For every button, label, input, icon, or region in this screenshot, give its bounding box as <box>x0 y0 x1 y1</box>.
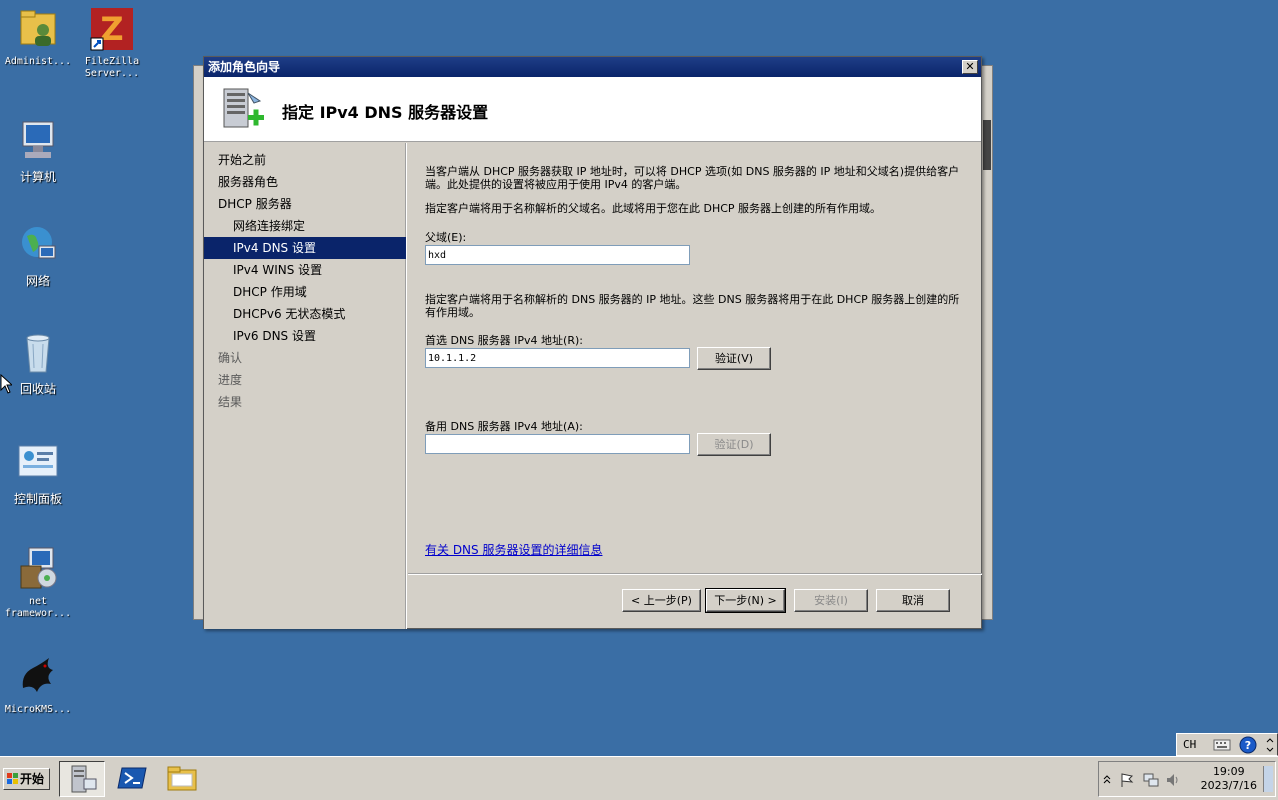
server-add-icon <box>223 88 264 128</box>
show-hidden-icons-chevron-icon[interactable] <box>1103 774 1111 784</box>
parent-domain-input[interactable] <box>425 245 690 265</box>
server-manager-icon <box>71 765 97 793</box>
desktop-icon-microkms[interactable]: MicroKMS... <box>0 654 76 716</box>
wizard-step-nav: 开始之前 服务器角色 DHCP 服务器 网络连接绑定 IPv4 DNS 设置 I… <box>204 143 407 629</box>
nav-step-ipv4-dns[interactable]: IPv4 DNS 设置 <box>204 237 406 259</box>
alternate-dns-label: 备用 DNS 服务器 IPv4 地址(A): <box>425 420 583 433</box>
wizard-header: 指定 IPv4 DNS 服务器设置 <box>204 77 981 142</box>
network-status-icon[interactable] <box>1143 772 1159 788</box>
help-icon[interactable]: ? <box>1239 736 1257 754</box>
nav-step-dhcp-scope[interactable]: DHCP 作用域 <box>204 281 406 303</box>
system-clock[interactable]: 19:09 2023/7/16 <box>1201 765 1257 793</box>
system-tray: 19:09 2023/7/16 <box>1098 761 1276 797</box>
dragon-icon <box>22 658 53 692</box>
background-scrollbar-thumb <box>983 120 991 170</box>
taskbar-explorer[interactable] <box>160 761 206 797</box>
cancel-button[interactable]: 取消 <box>876 589 950 612</box>
dialog-title: 添加角色向导 <box>208 60 281 74</box>
preferred-dns-input[interactable] <box>425 348 690 368</box>
language-bar[interactable]: CH ? <box>1176 733 1278 756</box>
next-button[interactable]: 下一步(N) > <box>705 588 786 613</box>
nav-step-server-roles[interactable]: 服务器角色 <box>204 171 406 193</box>
nav-step-network-binding[interactable]: 网络连接绑定 <box>204 215 406 237</box>
dns-servers-description: 指定客户端将用于名称解析的 DNS 服务器的 IP 地址。这些 DNS 服务器将… <box>425 293 960 319</box>
parent-domain-label: 父域(E): <box>425 231 467 244</box>
clock-date: 2023/7/16 <box>1200 779 1257 792</box>
start-button[interactable]: 开始 <box>3 768 50 790</box>
desktop-icon-administrator[interactable]: Administ... <box>0 6 76 68</box>
dns-settings-more-info-link[interactable]: 有关 DNS 服务器设置的详细信息 <box>425 541 602 558</box>
back-button[interactable]: < 上一步(P) <box>622 589 701 612</box>
parent-domain-description: 指定客户端将用于名称解析的父域名。此域将用于您在此 DHCP 服务器上创建的所有… <box>425 202 882 215</box>
desktop-icon-label: 网络 <box>25 274 50 288</box>
desktop-icon-network[interactable]: 网络 <box>0 222 76 289</box>
windows-logo-icon <box>7 773 18 784</box>
options-chevron-icon[interactable] <box>1265 738 1275 752</box>
nav-step-confirmation: 确认 <box>218 351 243 365</box>
wizard-heading: 指定 IPv4 DNS 服务器设置 <box>282 103 489 122</box>
nav-step-dhcpv6-stateless[interactable]: DHCPv6 无状态模式 <box>204 303 406 325</box>
verify-preferred-button[interactable]: 验证(V) <box>697 347 771 370</box>
desktop-icon-label: Administ... <box>4 56 72 67</box>
close-button[interactable]: ✕ <box>962 60 978 74</box>
computer-icon <box>22 121 54 158</box>
verify-alternate-button: 验证(D) <box>697 433 771 456</box>
taskbar-powershell[interactable] <box>110 761 156 797</box>
powershell-icon <box>117 767 147 789</box>
dialog-titlebar[interactable]: 添加角色向导 ✕ <box>204 57 981 77</box>
installer-icon <box>20 547 57 589</box>
taskbar-server-manager[interactable] <box>59 761 105 797</box>
desktop-icon-label: 控制面板 <box>13 492 62 506</box>
desktop-icon-label: 计算机 <box>19 170 56 184</box>
nav-step-ipv6-dns[interactable]: IPv6 DNS 设置 <box>204 325 406 347</box>
user-folder-icon <box>20 10 56 46</box>
action-center-flag-icon[interactable] <box>1119 772 1135 788</box>
svg-text:Z: Z <box>100 10 123 48</box>
desktop-icon-label: FileZilla Server... <box>84 56 140 79</box>
desktop-icon-label: MicroKMS... <box>4 704 72 715</box>
preferred-dns-label: 首选 DNS 服务器 IPv4 地址(R): <box>425 334 583 347</box>
desktop-icon-label: net framewor... <box>4 596 72 619</box>
install-button: 安装(I) <box>794 589 868 612</box>
nav-step-dhcp-server[interactable]: DHCP 服务器 <box>204 193 406 215</box>
language-indicator[interactable]: CH <box>1183 738 1196 751</box>
desktop-icon-computer[interactable]: 计算机 <box>0 118 76 185</box>
intro-text: 当客户端从 DHCP 服务器获取 IP 地址时，可以将 DHCP 选项(如 DN… <box>425 165 960 191</box>
show-desktop-button[interactable] <box>1263 766 1273 792</box>
network-globe-icon <box>22 227 56 259</box>
desktop-icon-filezilla[interactable]: Z FileZilla Server... <box>74 6 150 80</box>
nav-step-before-you-begin[interactable]: 开始之前 <box>204 149 406 171</box>
mouse-cursor-icon <box>0 374 12 394</box>
add-roles-wizard-dialog: 添加角色向导 ✕ 指定 IPv4 DNS 服务器设置 开始之前 服务器角色 DH… <box>203 56 982 629</box>
folder-icon <box>167 766 197 791</box>
desktop-icon-control-panel[interactable]: 控制面板 <box>0 440 76 507</box>
svg-text:?: ? <box>1245 739 1251 752</box>
start-label: 开始 <box>20 772 45 786</box>
nav-step-ipv4-wins[interactable]: IPv4 WINS 设置 <box>204 259 406 281</box>
control-panel-icon <box>18 445 58 477</box>
filezilla-icon: Z <box>90 8 133 51</box>
nav-step-results: 结果 <box>218 395 243 409</box>
desktop-icon-net-framework[interactable]: net framewor... <box>0 546 76 620</box>
alternate-dns-input[interactable] <box>425 434 690 454</box>
footer-separator <box>408 573 982 575</box>
clock-time: 19:09 <box>1212 765 1245 778</box>
recycle-bin-icon <box>26 334 50 373</box>
keyboard-icon[interactable] <box>1213 738 1231 752</box>
taskbar: 开始 19:09 2023/7/16 <box>0 756 1278 800</box>
wizard-content: 当客户端从 DHCP 服务器获取 IP 地址时，可以将 DHCP 选项(如 DN… <box>408 143 982 573</box>
volume-icon[interactable] <box>1165 772 1181 788</box>
nav-step-progress: 进度 <box>218 373 243 387</box>
